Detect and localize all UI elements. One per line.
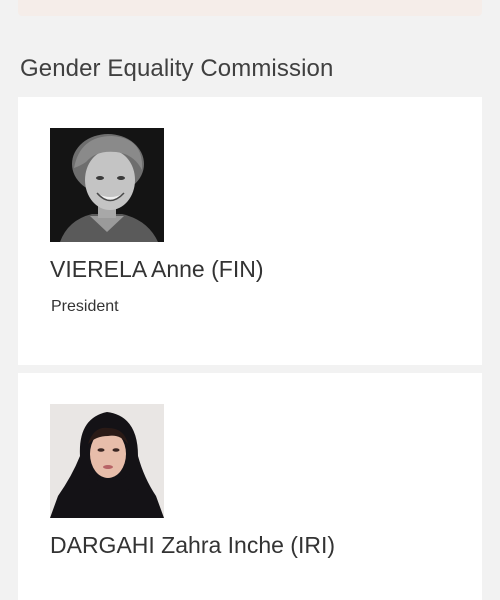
member-name[interactable]: VIERELA Anne (FIN) bbox=[50, 256, 263, 283]
portrait-image bbox=[50, 404, 164, 518]
member-name[interactable]: DARGAHI Zahra Inche (IRI) bbox=[50, 532, 335, 559]
member-photo bbox=[50, 404, 164, 518]
page: Gender Equality Commission VIERELA Anne … bbox=[0, 0, 500, 600]
portrait-image bbox=[50, 128, 164, 242]
member-card[interactable]: VIERELA Anne (FIN) President bbox=[18, 97, 482, 365]
member-role: President bbox=[51, 298, 119, 315]
section-title: Gender Equality Commission bbox=[20, 55, 334, 82]
member-card[interactable]: DARGAHI Zahra Inche (IRI) bbox=[18, 373, 482, 600]
member-photo bbox=[50, 128, 164, 242]
previous-card-edge bbox=[18, 0, 482, 16]
